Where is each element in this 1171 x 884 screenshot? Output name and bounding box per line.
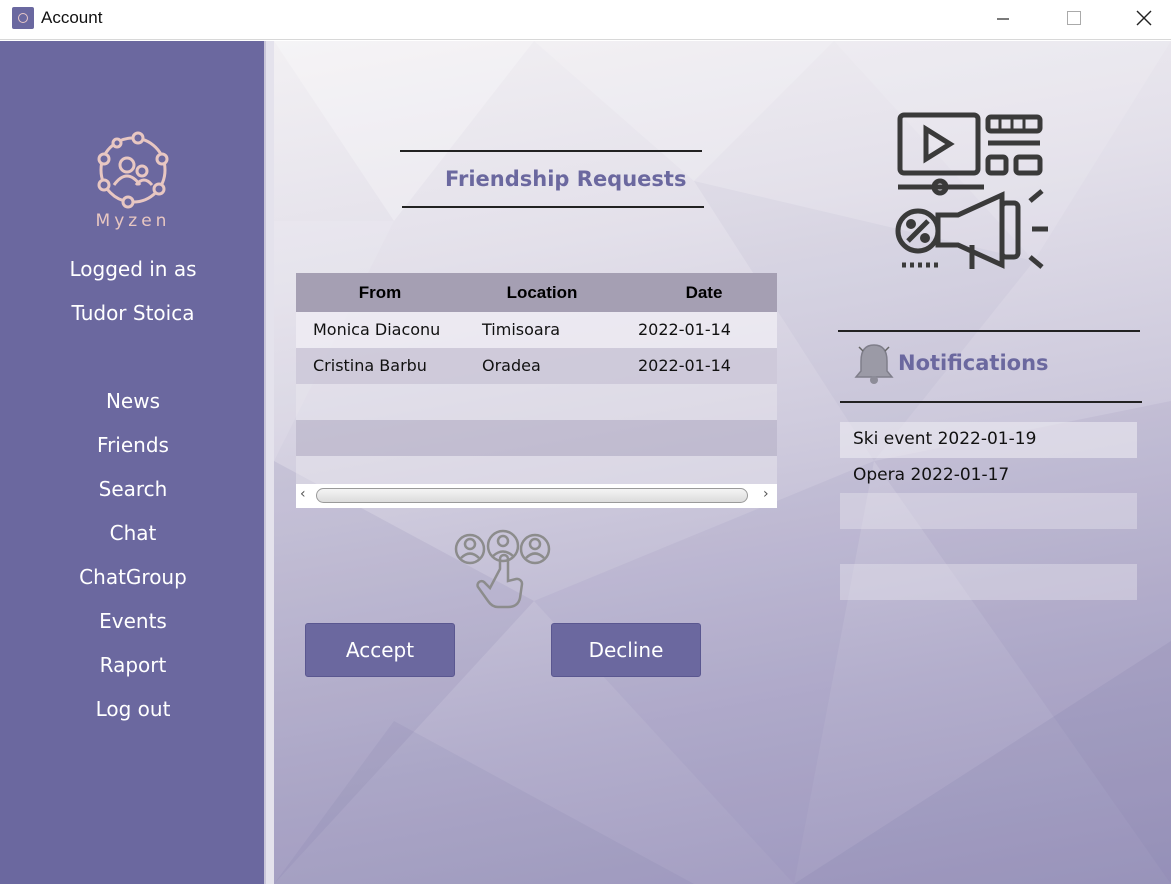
maximize-button[interactable] bbox=[1051, 0, 1097, 36]
window-title: Account bbox=[41, 8, 103, 27]
column-header-date[interactable]: Date bbox=[664, 283, 744, 303]
myzen-logo-icon bbox=[97, 131, 169, 209]
nav-raport[interactable]: Raport bbox=[0, 653, 266, 677]
media-marketing-icon bbox=[895, 112, 1048, 269]
requests-table[interactable]: From Location Date Monica Diaconu Timiso… bbox=[296, 273, 777, 509]
divider bbox=[838, 330, 1140, 332]
horizontal-scrollbar[interactable]: ‹ › bbox=[296, 484, 777, 508]
nav-search[interactable]: Search bbox=[0, 477, 266, 501]
sidebar-divider bbox=[264, 41, 274, 884]
logged-in-label: Logged in as bbox=[69, 257, 197, 281]
sidebar: Myzen Logged in as Tudor Stoica News Fri… bbox=[0, 41, 266, 884]
notification-item-empty bbox=[840, 564, 1137, 600]
bell-icon bbox=[854, 344, 894, 384]
app-icon bbox=[12, 7, 34, 29]
minimize-button[interactable] bbox=[980, 0, 1026, 36]
main-panel: Friendship Requests From Location Date M… bbox=[274, 41, 1171, 884]
nav-friends[interactable]: Friends bbox=[0, 433, 266, 457]
scroll-left-icon[interactable]: ‹ bbox=[300, 486, 306, 502]
minimize-icon bbox=[997, 18, 1009, 20]
divider bbox=[400, 150, 702, 152]
maximize-icon bbox=[1067, 11, 1081, 25]
table-row[interactable]: Cristina Barbu Oradea 2022-01-14 bbox=[296, 348, 777, 384]
notification-item-empty bbox=[840, 493, 1137, 529]
table-row-empty bbox=[296, 420, 777, 456]
select-friend-icon bbox=[454, 529, 551, 609]
cell-date: 2022-01-14 bbox=[638, 320, 731, 339]
table-row-empty bbox=[296, 456, 777, 484]
column-header-location[interactable]: Location bbox=[492, 283, 592, 303]
column-header-from[interactable]: From bbox=[340, 283, 420, 303]
accept-button[interactable]: Accept bbox=[305, 623, 455, 677]
close-button[interactable] bbox=[1121, 0, 1167, 36]
scroll-right-icon[interactable]: › bbox=[763, 486, 769, 502]
nav-news[interactable]: News bbox=[0, 389, 266, 413]
scrollbar-thumb[interactable] bbox=[316, 488, 748, 503]
decline-button[interactable]: Decline bbox=[551, 623, 701, 677]
nav-log-out[interactable]: Log out bbox=[0, 697, 266, 721]
logo-text: Myzen bbox=[95, 211, 171, 231]
close-icon bbox=[1136, 10, 1152, 26]
notification-item[interactable]: Ski event 2022-01-19 bbox=[840, 422, 1137, 458]
divider bbox=[840, 401, 1142, 403]
table-row[interactable]: Monica Diaconu Timisoara 2022-01-14 bbox=[296, 312, 777, 348]
user-name: Tudor Stoica bbox=[71, 301, 195, 325]
cell-from: Cristina Barbu bbox=[313, 356, 427, 375]
table-row-empty bbox=[296, 384, 777, 420]
title-bar: Account bbox=[0, 0, 1171, 40]
cell-location: Oradea bbox=[482, 356, 541, 375]
nav-events[interactable]: Events bbox=[0, 609, 266, 633]
notification-item[interactable]: Opera 2022-01-17 bbox=[840, 458, 1137, 494]
nav-chatgroup[interactable]: ChatGroup bbox=[0, 565, 266, 589]
friendship-requests-title: Friendship Requests bbox=[445, 167, 687, 191]
cell-date: 2022-01-14 bbox=[638, 356, 731, 375]
cell-location: Timisoara bbox=[482, 320, 561, 339]
notifications-title: Notifications bbox=[898, 351, 1049, 375]
nav-chat[interactable]: Chat bbox=[0, 521, 266, 545]
cell-from: Monica Diaconu bbox=[313, 320, 441, 339]
notification-text: Opera 2022-01-17 bbox=[853, 465, 1010, 485]
divider bbox=[402, 206, 704, 208]
notification-text: Ski event 2022-01-19 bbox=[853, 429, 1037, 449]
table-header: From Location Date bbox=[296, 273, 777, 312]
